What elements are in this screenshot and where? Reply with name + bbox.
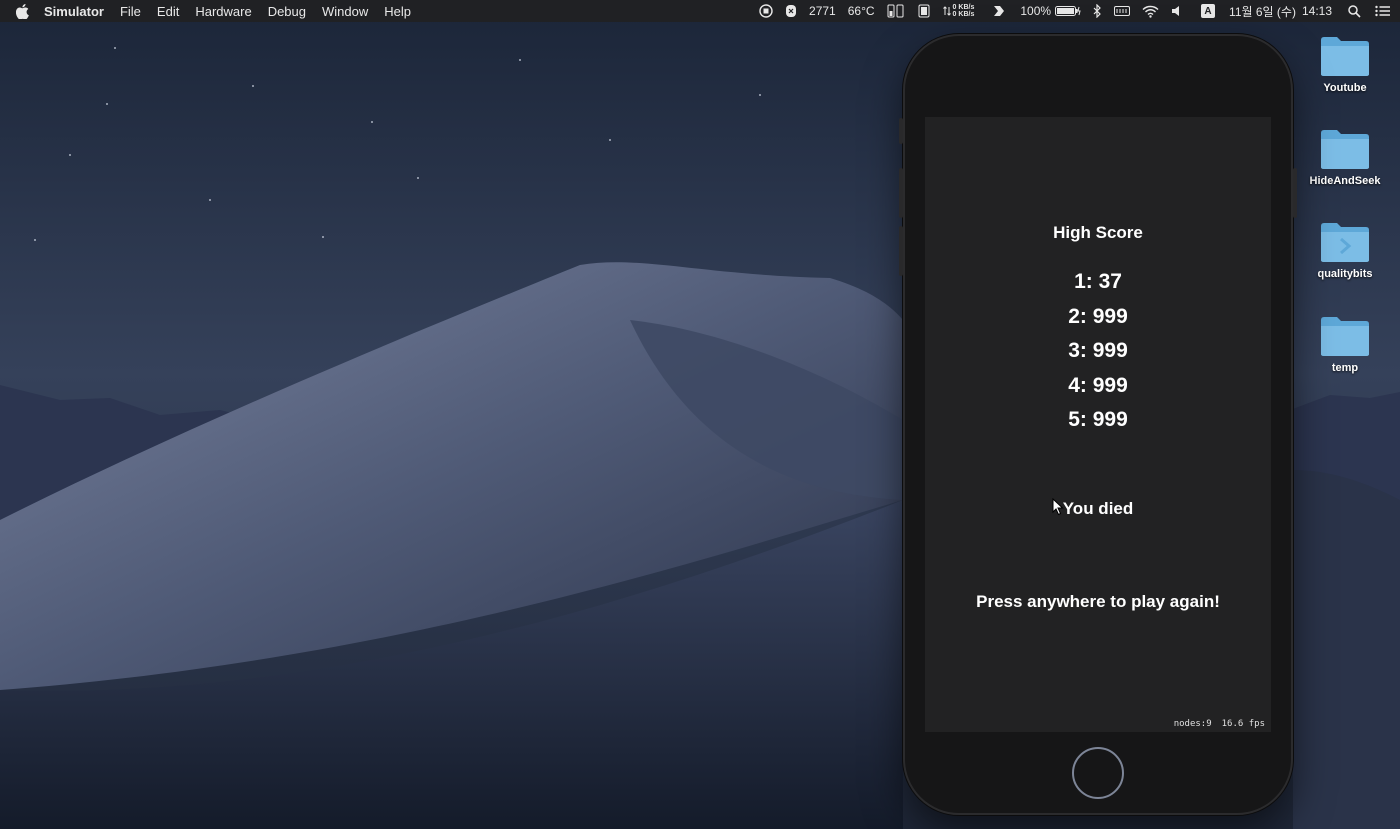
score-entry: 4: 999 [1068, 373, 1128, 397]
menu-file[interactable]: File [120, 4, 141, 19]
shortcut-app-icon[interactable] [992, 4, 1006, 18]
fps-counter: 16.6 fps [1221, 719, 1265, 729]
desktop-icon-label: HideAndSeek [1309, 175, 1381, 187]
network-speed[interactable]: 0 KB/s 0 KB/s [942, 4, 975, 18]
home-button[interactable] [1072, 747, 1124, 799]
date-status[interactable]: 11월 6일 (수) [1229, 3, 1296, 20]
high-score-title: High Score [1053, 223, 1143, 242]
battery-icon[interactable] [1055, 5, 1081, 17]
power-button[interactable] [1293, 168, 1297, 218]
mute-switch[interactable] [899, 118, 903, 144]
score-entry: 5: 999 [1068, 408, 1128, 431]
play-again-prompt[interactable]: Press anywhere to play again! [925, 592, 1271, 612]
temperature-status[interactable]: 66°C [848, 4, 875, 18]
menu-edit[interactable]: Edit [157, 4, 179, 19]
counter-status[interactable]: 2771 [809, 4, 836, 18]
notification-center-icon[interactable] [1375, 5, 1390, 17]
score-entry: 1: 37 [1074, 270, 1122, 293]
network-up-speed: 0 KB/s [952, 4, 975, 11]
bluetooth-icon[interactable] [1093, 4, 1102, 18]
menu-app-simulator[interactable]: Simulator [44, 4, 104, 19]
menu-bar: Simulator File Edit Hardware Debug Windo… [0, 0, 1400, 22]
mouse-cursor-icon [1052, 498, 1064, 516]
desktop-icon-label: temp [1331, 362, 1359, 374]
menu-hardware[interactable]: Hardware [195, 4, 251, 19]
desktop-icon-label: qualitybits [1317, 268, 1373, 280]
folder-icon [1321, 130, 1369, 169]
menu-debug[interactable]: Debug [268, 4, 306, 19]
folder-icon [1321, 37, 1369, 76]
screen-record-icon[interactable] [759, 4, 773, 18]
network-down-speed: 0 KB/s [952, 11, 975, 18]
node-count: nodes:9 [1173, 719, 1212, 729]
menu-window[interactable]: Window [322, 4, 368, 19]
desktop-folder-temp[interactable]: temp [1305, 314, 1385, 374]
volume-down-button[interactable] [899, 226, 903, 276]
wifi-icon[interactable] [1142, 5, 1159, 18]
app-status-icon[interactable] [785, 4, 797, 18]
keyboard-icon[interactable] [1114, 5, 1131, 17]
clock-status[interactable]: 14:13 [1302, 4, 1332, 18]
game-screen[interactable]: High Score 1: 37 2: 999 3: 999 4: 999 5:… [925, 117, 1271, 732]
memory-icon[interactable] [887, 4, 905, 18]
input-method-icon[interactable]: A [1201, 4, 1216, 18]
score-entry: 2: 999 [1068, 304, 1128, 328]
folder-icon [1321, 317, 1369, 356]
desktop-folder-qualitybits[interactable]: qualitybits [1305, 220, 1385, 280]
score-entry: 3: 999 [1068, 339, 1128, 362]
battery-percent[interactable]: 100% [1020, 4, 1051, 18]
spotlight-search-icon[interactable] [1348, 4, 1361, 18]
desktop-folder-hideandseek[interactable]: HideAndSeek [1305, 127, 1385, 187]
debug-stats: nodes:9 16.6 fps [1174, 719, 1265, 729]
volume-up-button[interactable] [899, 168, 903, 218]
desktop-icon-label: Youtube [1323, 82, 1367, 94]
desktop-folder-youtube[interactable]: Youtube [1305, 34, 1385, 94]
high-score-list: 1: 37 2: 999 3: 999 4: 999 5: 999 [925, 267, 1271, 440]
game-over-message: You died [1062, 499, 1134, 518]
apple-icon[interactable] [16, 3, 30, 19]
menu-help[interactable]: Help [384, 4, 411, 19]
folder-icon [1321, 223, 1369, 262]
volume-icon[interactable] [1171, 5, 1183, 17]
disk-icon[interactable] [917, 4, 931, 18]
